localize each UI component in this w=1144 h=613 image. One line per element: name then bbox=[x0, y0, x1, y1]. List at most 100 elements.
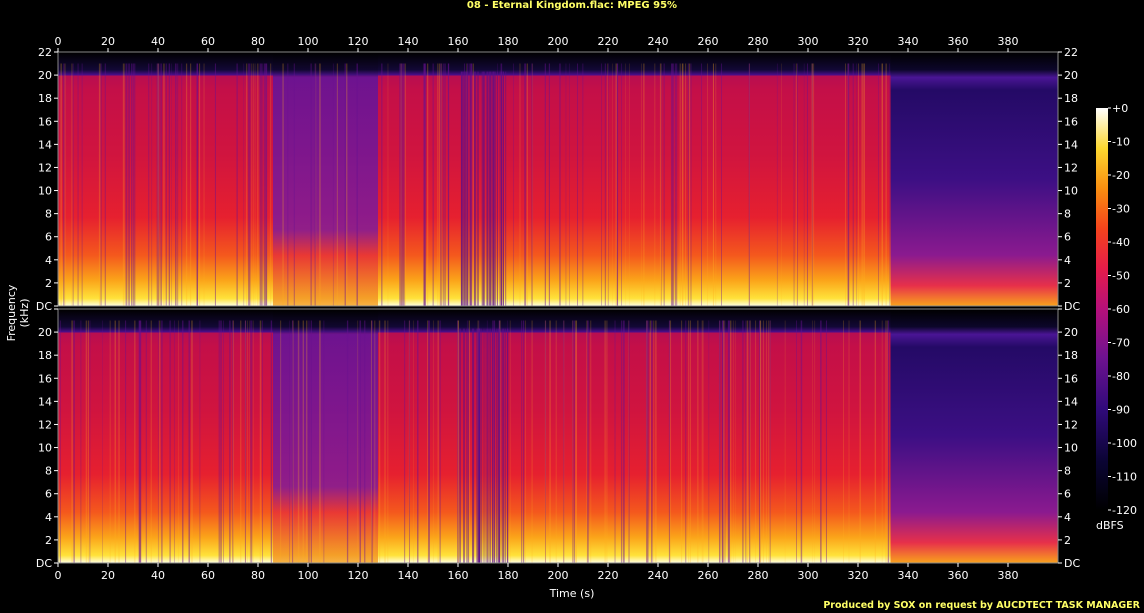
y-tick-label-right: 16 bbox=[1064, 115, 1078, 128]
colorbar-tick-label: -20 bbox=[1112, 169, 1130, 182]
x-tick-label-top: 120 bbox=[348, 35, 369, 48]
x-tick-label-top: 300 bbox=[798, 35, 819, 48]
y-tick-label-right: 8 bbox=[1064, 465, 1071, 478]
colorbar-tick-label: -10 bbox=[1112, 136, 1130, 149]
colorbar-tick-label: -120 bbox=[1112, 504, 1137, 517]
y-tick-label-right: 20 bbox=[1064, 326, 1078, 339]
x-tick-label-top: 80 bbox=[251, 35, 265, 48]
x-tick-label-top: 160 bbox=[448, 35, 469, 48]
x-tick-label-bottom: 240 bbox=[648, 569, 669, 582]
colorbar-tick-label: -100 bbox=[1112, 437, 1137, 450]
colorbar-tick-label: +0 bbox=[1112, 102, 1128, 115]
colorbar-tick-label: -30 bbox=[1112, 203, 1130, 216]
x-tick-label-bottom: 60 bbox=[201, 569, 215, 582]
y-tick-label-left: 6 bbox=[45, 488, 52, 501]
y-tick-label-right: 10 bbox=[1064, 185, 1078, 198]
spectrogram-chart: DC DC2 24 46 68 810 1012 1214 1416 1618 1820 2022 22… bbox=[36, 35, 1137, 582]
x-tick-label-bottom: 360 bbox=[948, 569, 969, 582]
y-tick-label-left: 18 bbox=[38, 349, 52, 362]
quiet-section-86-128 bbox=[273, 52, 378, 306]
y-tick-label-right: 2 bbox=[1064, 277, 1071, 290]
x-tick-label-top: 100 bbox=[298, 35, 319, 48]
y-tick-label-left: 18 bbox=[38, 92, 52, 105]
x-tick-label-top: 0 bbox=[55, 35, 62, 48]
fade-out-section bbox=[890, 309, 1058, 563]
x-tick-label-bottom: 0 bbox=[55, 569, 62, 582]
x-tick-label-top: 220 bbox=[598, 35, 619, 48]
y-tick-label-right: 20 bbox=[1064, 69, 1078, 82]
x-tick-label-bottom: 40 bbox=[151, 569, 165, 582]
x-tick-label-bottom: 220 bbox=[598, 569, 619, 582]
y-tick-label-left: 2 bbox=[45, 534, 52, 547]
colorbar-tick-label: -40 bbox=[1112, 236, 1130, 249]
y-tick-label-right: 12 bbox=[1064, 161, 1078, 174]
x-tick-label-bottom: 260 bbox=[698, 569, 719, 582]
x-tick-label-bottom: 300 bbox=[798, 569, 819, 582]
y-tick-label-left: 16 bbox=[38, 115, 52, 128]
y-tick-label-right: 2 bbox=[1064, 534, 1071, 547]
quiet-section-86-128 bbox=[273, 309, 378, 563]
y-tick-label-left: 8 bbox=[45, 208, 52, 221]
x-tick-label-top: 200 bbox=[548, 35, 569, 48]
y-tick-label-left: 20 bbox=[38, 326, 52, 339]
x-tick-label-top: 320 bbox=[848, 35, 869, 48]
x-tick-label-bottom: 80 bbox=[251, 569, 265, 582]
y-tick-label-right: 12 bbox=[1064, 418, 1078, 431]
y-tick-label-left: 20 bbox=[38, 69, 52, 82]
x-tick-label-top: 20 bbox=[101, 35, 115, 48]
y-tick-label-right: 6 bbox=[1064, 231, 1071, 244]
fade-out-section bbox=[890, 52, 1058, 306]
y-tick-label-left: 10 bbox=[38, 185, 52, 198]
x-tick-label-bottom: 280 bbox=[748, 569, 769, 582]
x-tick-label-top: 180 bbox=[498, 35, 519, 48]
x-tick-label-bottom: 120 bbox=[348, 569, 369, 582]
channel-1-spectrogram bbox=[57, 51, 1059, 307]
x-tick-label-bottom: 140 bbox=[398, 569, 419, 582]
y-tick-label-left: 4 bbox=[45, 254, 52, 267]
x-tick-label-top: 380 bbox=[998, 35, 1019, 48]
y-tick-label-left: 12 bbox=[38, 418, 52, 431]
y-tick-label-right: 16 bbox=[1064, 372, 1078, 385]
y-tick-label-right: DC bbox=[1064, 300, 1080, 313]
colorbar-tick-label: -80 bbox=[1112, 370, 1130, 383]
x-tick-label-top: 360 bbox=[948, 35, 969, 48]
x-tick-label-top: 60 bbox=[201, 35, 215, 48]
x-tick-label-bottom: 180 bbox=[498, 569, 519, 582]
y-tick-label-right: 22 bbox=[1064, 46, 1078, 59]
x-tick-label-bottom: 20 bbox=[101, 569, 115, 582]
y-tick-label-left: 2 bbox=[45, 277, 52, 290]
y-tick-label-left: 22 bbox=[38, 46, 52, 59]
x-tick-label-bottom: 380 bbox=[998, 569, 1019, 582]
y-tick-label-right: 4 bbox=[1064, 511, 1071, 524]
y-tick-label-right: 18 bbox=[1064, 92, 1078, 105]
colorbar-tick-label: -110 bbox=[1112, 471, 1137, 484]
y-tick-label-left: 16 bbox=[38, 372, 52, 385]
x-tick-label-top: 340 bbox=[898, 35, 919, 48]
x-tick-label-top: 260 bbox=[698, 35, 719, 48]
x-tick-label-top: 240 bbox=[648, 35, 669, 48]
y-tick-label-left: 10 bbox=[38, 442, 52, 455]
x-tick-label-top: 280 bbox=[748, 35, 769, 48]
x-tick-label-bottom: 340 bbox=[898, 569, 919, 582]
y-tick-label-left: DC bbox=[36, 300, 52, 313]
y-tick-label-left: 4 bbox=[45, 511, 52, 524]
y-tick-label-right: 14 bbox=[1064, 395, 1078, 408]
colorbar-tick-label: -50 bbox=[1112, 270, 1130, 283]
colorbar-tick-label: -90 bbox=[1112, 404, 1130, 417]
colorbar-gradient bbox=[1096, 108, 1108, 510]
x-tick-label-bottom: 160 bbox=[448, 569, 469, 582]
y-tick-label-right: 14 bbox=[1064, 138, 1078, 151]
y-tick-label-left: DC bbox=[36, 557, 52, 570]
y-tick-label-right: 10 bbox=[1064, 442, 1078, 455]
channel-2-spectrogram bbox=[57, 308, 1059, 564]
y-tick-label-left: 14 bbox=[38, 395, 52, 408]
y-tick-label-right: 8 bbox=[1064, 208, 1071, 221]
colorbar-tick-label: -60 bbox=[1112, 303, 1130, 316]
y-tick-label-right: DC bbox=[1064, 557, 1080, 570]
y-tick-label-left: 6 bbox=[45, 231, 52, 244]
colorbar-tick-label: -70 bbox=[1112, 337, 1130, 350]
x-tick-label-bottom: 200 bbox=[548, 569, 569, 582]
x-tick-label-top: 140 bbox=[398, 35, 419, 48]
y-tick-label-left: 12 bbox=[38, 161, 52, 174]
x-tick-label-bottom: 320 bbox=[848, 569, 869, 582]
